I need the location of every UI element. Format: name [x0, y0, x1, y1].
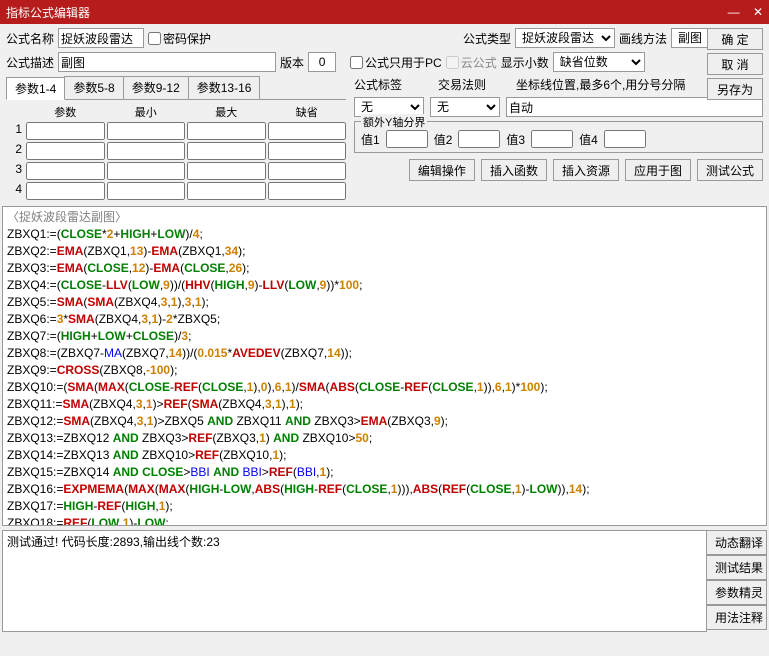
- label-cloud: 云公式: [461, 54, 497, 71]
- label-v1: 值1: [361, 131, 380, 148]
- p2-def[interactable]: [268, 142, 347, 160]
- row-1: 1: [6, 122, 24, 140]
- dyntrans-button[interactable]: 动态翻译: [707, 530, 767, 555]
- paramwiz-button[interactable]: 参数精灵: [707, 580, 767, 605]
- p3-def[interactable]: [268, 162, 347, 180]
- v3-input[interactable]: [531, 130, 573, 148]
- desc-input[interactable]: [58, 52, 276, 72]
- p2-name[interactable]: [26, 142, 105, 160]
- p3-name[interactable]: [26, 162, 105, 180]
- p4-max[interactable]: [187, 182, 266, 200]
- status-panel: 测试通过! 代码长度:2893,输出线个数:23: [2, 530, 707, 632]
- p3-min[interactable]: [107, 162, 186, 180]
- label-v4: 值4: [579, 131, 598, 148]
- formula-type-select[interactable]: 捉妖波段雷达: [515, 28, 615, 48]
- row-4: 4: [6, 182, 24, 200]
- version-input[interactable]: [308, 52, 336, 72]
- p4-min[interactable]: [107, 182, 186, 200]
- window-title: 指标公式编辑器: [6, 4, 90, 21]
- v1-input[interactable]: [386, 130, 428, 148]
- hdr-param: 参数: [26, 104, 105, 120]
- saveas-button[interactable]: 另存为: [707, 78, 763, 100]
- label-axispos: 坐标线位置,最多6个,用分号分隔: [516, 76, 685, 93]
- pconly-checkbox[interactable]: [350, 56, 363, 69]
- password-checkbox[interactable]: [148, 32, 161, 45]
- testres-button[interactable]: 测试结果: [707, 555, 767, 580]
- v2-input[interactable]: [458, 130, 500, 148]
- usage-button[interactable]: 用法注释: [707, 605, 767, 630]
- hdr-max: 最大: [187, 104, 266, 120]
- code-editor[interactable]: 〈捉妖波段雷达副图〉 ZBXQ1:=(CLOSE*2+HIGH+LOW)/4; …: [2, 206, 767, 526]
- param-tabs: 参数1-4 参数5-8 参数9-12 参数13-16: [6, 76, 346, 100]
- decimal-select[interactable]: 缺省位数: [553, 52, 645, 72]
- label-yextra: 额外Y轴分界: [361, 114, 427, 130]
- label-tag: 公式标签: [354, 76, 402, 93]
- insres-button[interactable]: 插入资源: [553, 159, 619, 181]
- p4-def[interactable]: [268, 182, 347, 200]
- hdr-def: 缺省: [268, 104, 347, 120]
- insfn-button[interactable]: 插入函数: [481, 159, 547, 181]
- p1-def[interactable]: [268, 122, 347, 140]
- label-ver: 版本: [280, 54, 304, 71]
- law-select[interactable]: 无: [430, 97, 500, 117]
- label-pconly: 公式只用于PC: [365, 54, 442, 71]
- apply-button[interactable]: 应用于图: [625, 159, 691, 181]
- tab-params-9-12[interactable]: 参数9-12: [123, 76, 189, 99]
- cloud-checkbox: [446, 56, 459, 69]
- test-button[interactable]: 测试公式: [697, 159, 763, 181]
- label-pwd: 密码保护: [163, 30, 211, 47]
- tab-params-13-16[interactable]: 参数13-16: [188, 76, 261, 99]
- ok-button[interactable]: 确 定: [707, 28, 763, 50]
- editop-button[interactable]: 编辑操作: [409, 159, 475, 181]
- tab-params-1-4[interactable]: 参数1-4: [6, 77, 65, 100]
- window-close-icon[interactable]: ✕: [753, 5, 763, 19]
- label-name: 公式名称: [6, 30, 54, 47]
- p4-name[interactable]: [26, 182, 105, 200]
- hdr-min: 最小: [107, 104, 186, 120]
- label-drawmethod: 画线方法: [619, 30, 667, 47]
- p2-max[interactable]: [187, 142, 266, 160]
- label-type: 公式类型: [463, 30, 511, 47]
- label-v2: 值2: [434, 131, 453, 148]
- p1-max[interactable]: [187, 122, 266, 140]
- formula-name-input[interactable]: [58, 28, 144, 48]
- p2-min[interactable]: [107, 142, 186, 160]
- tab-params-5-8[interactable]: 参数5-8: [64, 76, 123, 99]
- label-v3: 值3: [506, 131, 525, 148]
- label-law: 交易法则: [438, 76, 486, 93]
- window-min-icon[interactable]: —: [728, 5, 740, 19]
- p1-min[interactable]: [107, 122, 186, 140]
- row-3: 3: [6, 162, 24, 180]
- p1-name[interactable]: [26, 122, 105, 140]
- cancel-button[interactable]: 取 消: [707, 53, 763, 75]
- v4-input[interactable]: [604, 130, 646, 148]
- p3-max[interactable]: [187, 162, 266, 180]
- row-2: 2: [6, 142, 24, 160]
- label-desc: 公式描述: [6, 54, 54, 71]
- axispos-input[interactable]: [506, 97, 763, 117]
- label-showdec: 显示小数: [501, 54, 549, 71]
